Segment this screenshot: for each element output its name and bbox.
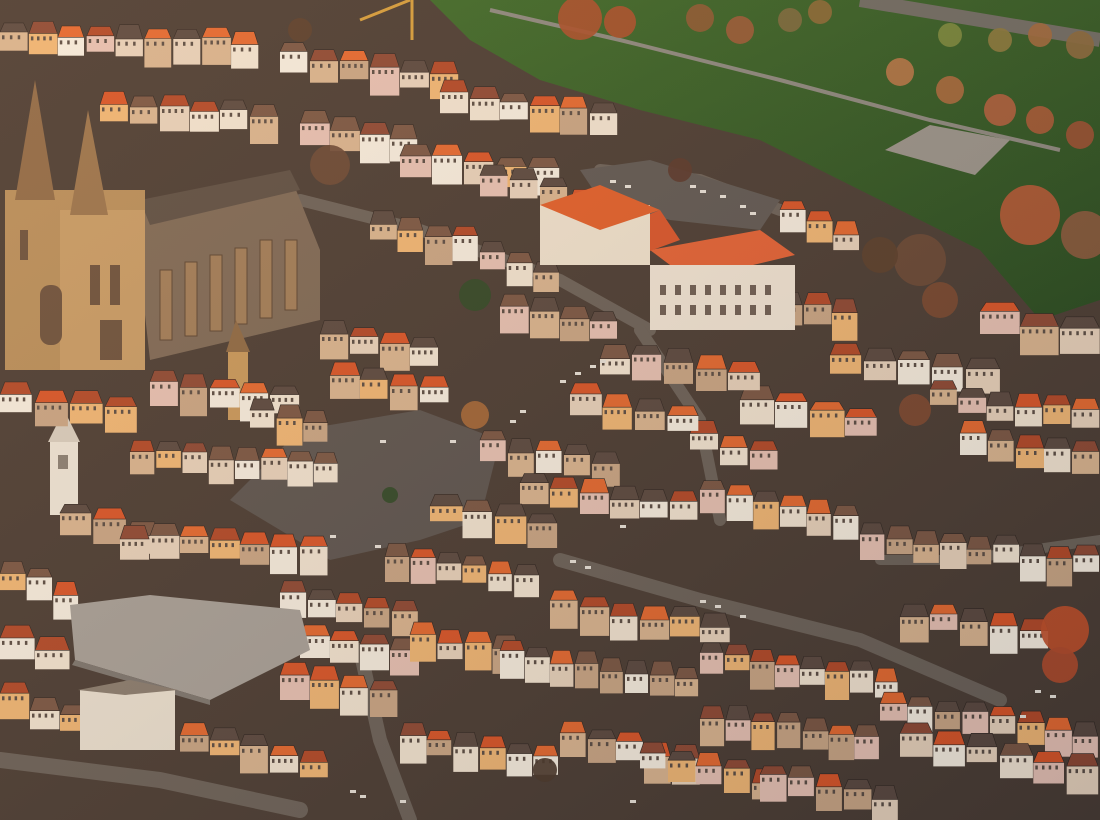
sunlight-wash xyxy=(0,0,1100,820)
aerial-town-photo xyxy=(0,0,1100,820)
